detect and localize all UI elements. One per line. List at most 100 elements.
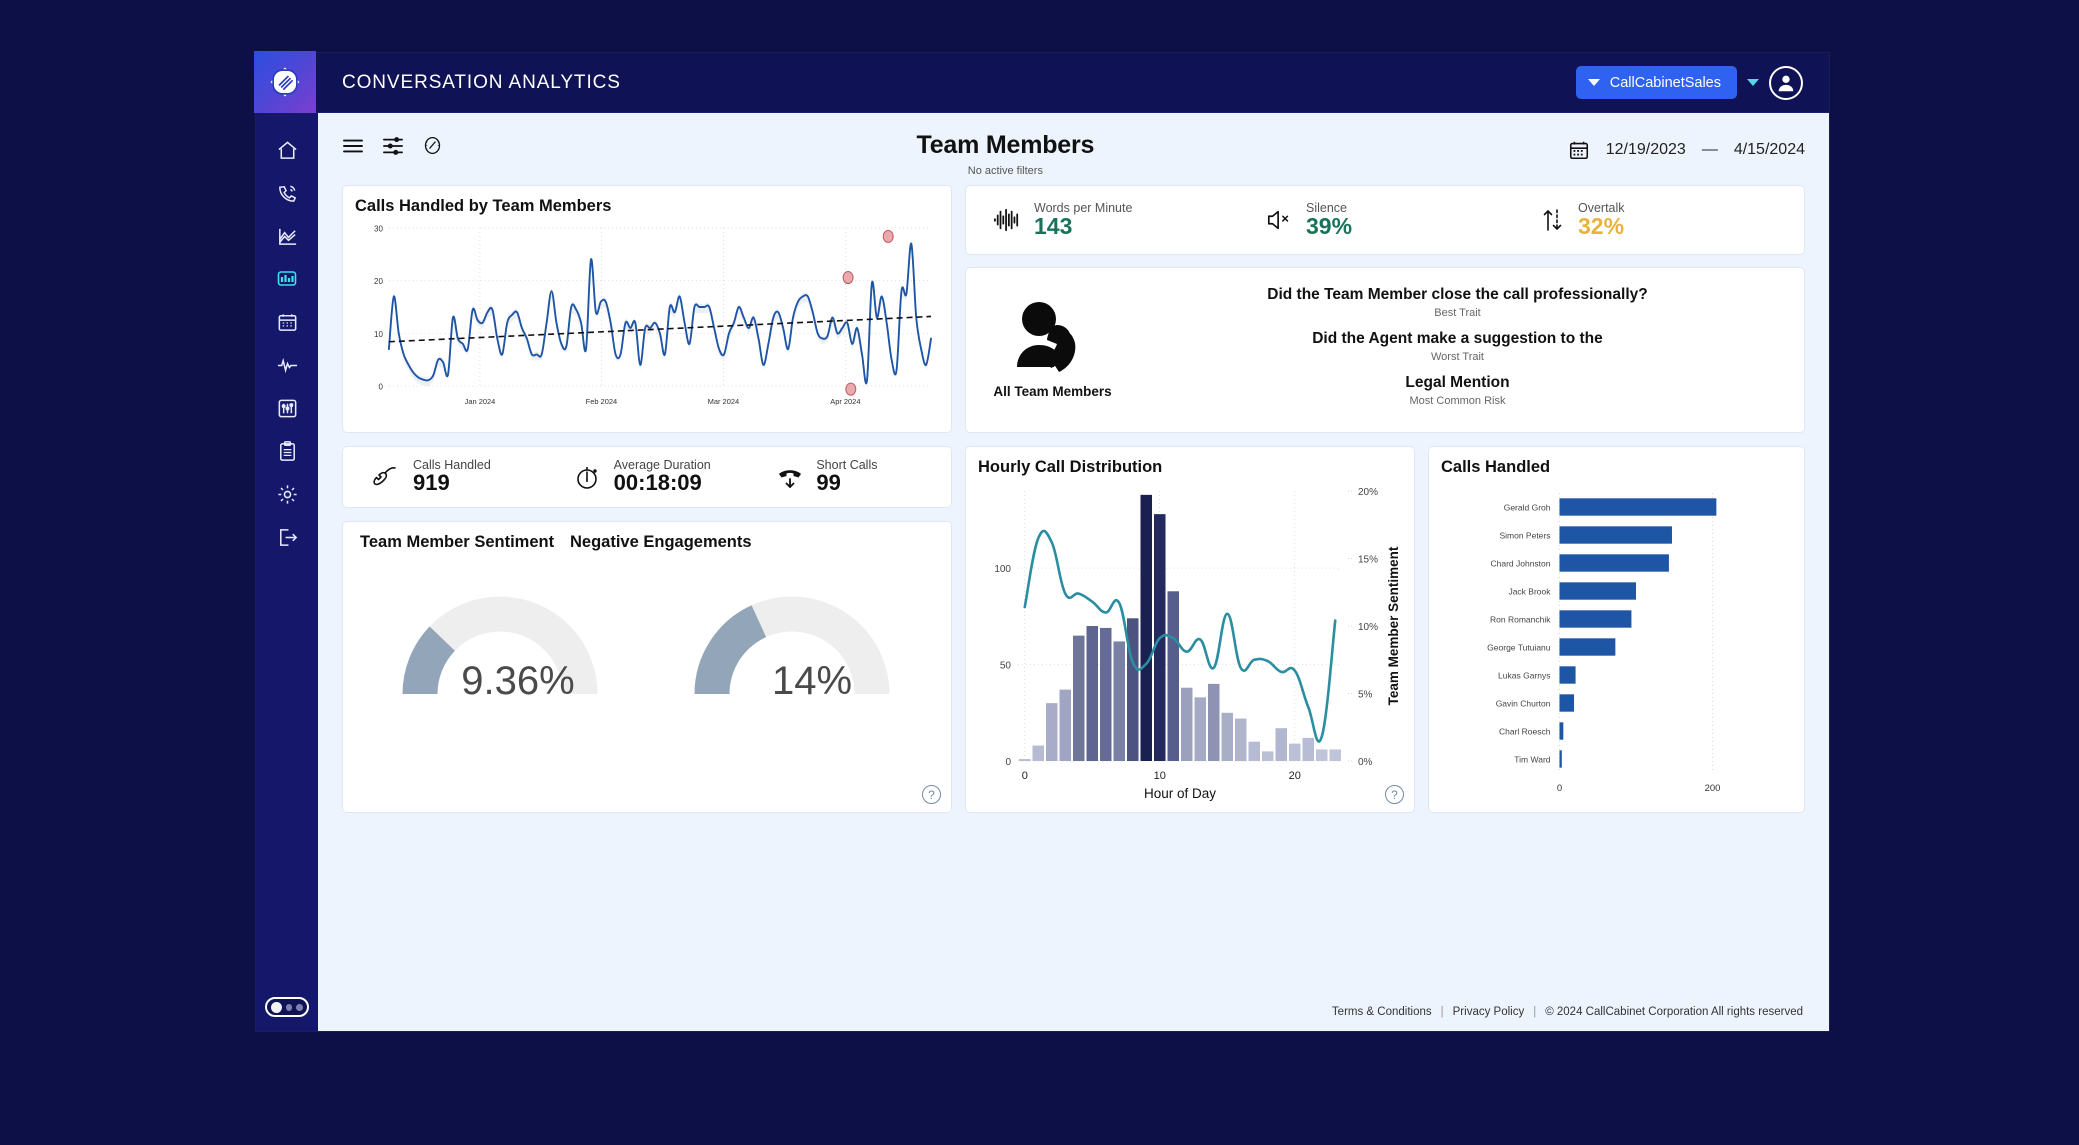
- gauge-titles: Team Member Sentiment Negative Engagemen…: [355, 533, 939, 552]
- sidebar-item-dashboards[interactable]: [264, 258, 310, 300]
- svg-text:5%: 5%: [1358, 690, 1373, 701]
- trait-question: Did the Agent make a suggestion to the: [1312, 329, 1603, 347]
- carousel-dot: [285, 1003, 293, 1011]
- stat-text: Short Calls 99: [816, 458, 877, 496]
- svg-text:Jan 2024: Jan 2024: [465, 397, 496, 406]
- svg-text:Apr 2024: Apr 2024: [830, 397, 860, 406]
- dashboard-grid: Calls Handled by Team Members 0 10 20 30 Jan…: [318, 179, 1829, 813]
- svg-text:9.36%: 9.36%: [461, 659, 574, 703]
- sidebar-item-settings-sliders[interactable]: [264, 387, 310, 429]
- metric-value: 32%: [1578, 212, 1625, 239]
- calls-handled-trend-card: Calls Handled by Team Members 0 10 20 30 Jan…: [342, 185, 952, 433]
- svg-text:100: 100: [994, 564, 1011, 575]
- help-question-icon[interactable]: ?: [1385, 785, 1404, 804]
- metric-silence: Silence 39%: [1248, 201, 1522, 240]
- dashboard-left-column-2: Calls Handled 919 Average Duration 00:18…: [342, 446, 952, 813]
- copyright: © 2024 CallCabinet Corporation All right…: [1545, 1006, 1803, 1018]
- svg-text:50: 50: [1000, 661, 1012, 672]
- date-range-separator: —: [1701, 141, 1718, 158]
- sidebar-item-calls[interactable]: [264, 172, 310, 214]
- svg-text:Gavin Churton: Gavin Churton: [1496, 699, 1551, 709]
- phone-down-arrow-icon: [779, 470, 802, 489]
- conversation-metrics-card: Words per Minute 143 Silence 39% Overtal…: [965, 185, 1805, 255]
- filter-sliders-icon[interactable]: [382, 136, 404, 156]
- hourly-call-distribution-chart: 0 50 100 0% 5% 10% 15% 20% 0 10 20 Hour of Day Team …: [994, 487, 1401, 801]
- trait-worst: Did the Agent make a suggestion to the W…: [1125, 330, 1790, 363]
- metric-text: Overtalk 32%: [1578, 201, 1625, 240]
- sidebar-item-logout[interactable]: [264, 516, 310, 558]
- stat-value: 919: [413, 470, 450, 495]
- gauge-container: 9.36% 14%: [355, 582, 939, 782]
- page-title-block: Team Members No active filters: [443, 131, 1568, 177]
- tenant-selector-button[interactable]: CallCabinetSales: [1575, 66, 1737, 99]
- svg-text:Gerald Groh: Gerald Groh: [1504, 503, 1551, 513]
- card-title: Hourly Call Distribution: [978, 458, 1163, 476]
- metric-overtalk: Overtalk 32%: [1522, 201, 1796, 240]
- person-phone-icon: [1016, 302, 1075, 372]
- stopwatch-icon: [576, 467, 597, 489]
- avatar[interactable]: [1769, 65, 1803, 100]
- sidebar-item-analytics[interactable]: [264, 215, 310, 257]
- page-header: Team Members No active filters 12/19/202…: [318, 113, 1829, 179]
- app-title: CONVERSATION ANALYTICS: [342, 71, 621, 93]
- sidebar-item-pulse[interactable]: [264, 344, 310, 386]
- sidebar-carousel-toggle[interactable]: [265, 997, 309, 1017]
- trait-caption: Most Common Risk: [1409, 394, 1506, 407]
- user-caret-down-icon[interactable]: [1747, 79, 1759, 86]
- traits-list: Did the Team Member close the call profe…: [1125, 279, 1790, 418]
- footer-separator: |: [1440, 1006, 1444, 1018]
- gauge-title-negative: Negative Engagements: [570, 533, 752, 551]
- svg-text:Hour of Day: Hour of Day: [1144, 786, 1216, 801]
- gauge-title-sentiment: Team Member Sentiment: [360, 533, 555, 551]
- clipboard-list-icon: [279, 440, 295, 461]
- carousel-dot-active: [271, 1001, 282, 1013]
- calls-handled-by-member-card: Calls Handled 0 200 Gerald Groh Simon Peter…: [1428, 446, 1805, 813]
- home-icon: [277, 140, 297, 159]
- terms-link[interactable]: Terms & Conditions: [1332, 1006, 1432, 1018]
- app-logo[interactable]: [254, 51, 316, 113]
- top-bar-right: CallCabinetSales: [1575, 65, 1829, 100]
- privacy-link[interactable]: Privacy Policy: [1453, 1006, 1525, 1018]
- svg-text:Mar 2024: Mar 2024: [708, 397, 740, 406]
- sidebar-item-reports[interactable]: [264, 430, 310, 472]
- stat-text: Average Duration 00:18:09: [614, 458, 711, 496]
- callcabinet-logo-icon: [270, 67, 300, 97]
- main-content: Team Members No active filters 12/19/202…: [318, 113, 1829, 1031]
- line-chart-icon: [278, 228, 296, 245]
- svg-text:15%: 15%: [1358, 555, 1378, 566]
- dashboard-row-2: Calls Handled 919 Average Duration 00:18…: [342, 446, 1805, 813]
- sidebar-item-preferences[interactable]: [264, 473, 310, 515]
- trait-caption: Worst Trait: [1431, 350, 1484, 363]
- date-range-picker[interactable]: 12/19/2023 — 4/15/2024: [1568, 131, 1805, 161]
- hamburger-menu-icon[interactable]: [342, 137, 364, 155]
- speedometer-icon[interactable]: [422, 135, 443, 156]
- trait-best: Did the Team Member close the call profe…: [1125, 286, 1790, 319]
- svg-text:10: 10: [374, 330, 383, 339]
- svg-text:Feb 2024: Feb 2024: [586, 397, 618, 406]
- sidebar-item-home[interactable]: [264, 129, 310, 171]
- overtalk-arrows-icon: [1543, 209, 1562, 231]
- trait-question: Did the Team Member close the call profe…: [1267, 285, 1648, 303]
- sidebar-item-calendar[interactable]: [264, 301, 310, 343]
- trait-caption: Best Trait: [1434, 306, 1481, 319]
- svg-text:10%: 10%: [1358, 622, 1378, 633]
- svg-text:Jack Brook: Jack Brook: [1508, 587, 1551, 597]
- svg-text:Charl Roesch: Charl Roesch: [1499, 727, 1551, 737]
- svg-text:0: 0: [1022, 770, 1028, 782]
- svg-text:Chard Johnston: Chard Johnston: [1490, 559, 1550, 569]
- help-question-icon[interactable]: ?: [922, 785, 941, 804]
- date-range-end[interactable]: 4/15/2024: [1734, 141, 1805, 159]
- calendar-icon: [1569, 141, 1588, 160]
- card-title: Calls Handled by Team Members: [355, 197, 612, 215]
- audio-waveform-icon: [994, 208, 1019, 232]
- date-range-start[interactable]: 12/19/2023: [1606, 141, 1686, 159]
- page-toolbar: [342, 131, 443, 156]
- footer-separator: |: [1533, 1006, 1537, 1018]
- stat-value: 99: [816, 470, 841, 495]
- phone-signal-icon: [278, 185, 296, 202]
- svg-text:20: 20: [374, 277, 383, 286]
- svg-text:0: 0: [1557, 783, 1562, 794]
- speaker-mute-icon: [1267, 210, 1289, 230]
- svg-text:0%: 0%: [1358, 757, 1373, 768]
- svg-text:0: 0: [378, 382, 383, 391]
